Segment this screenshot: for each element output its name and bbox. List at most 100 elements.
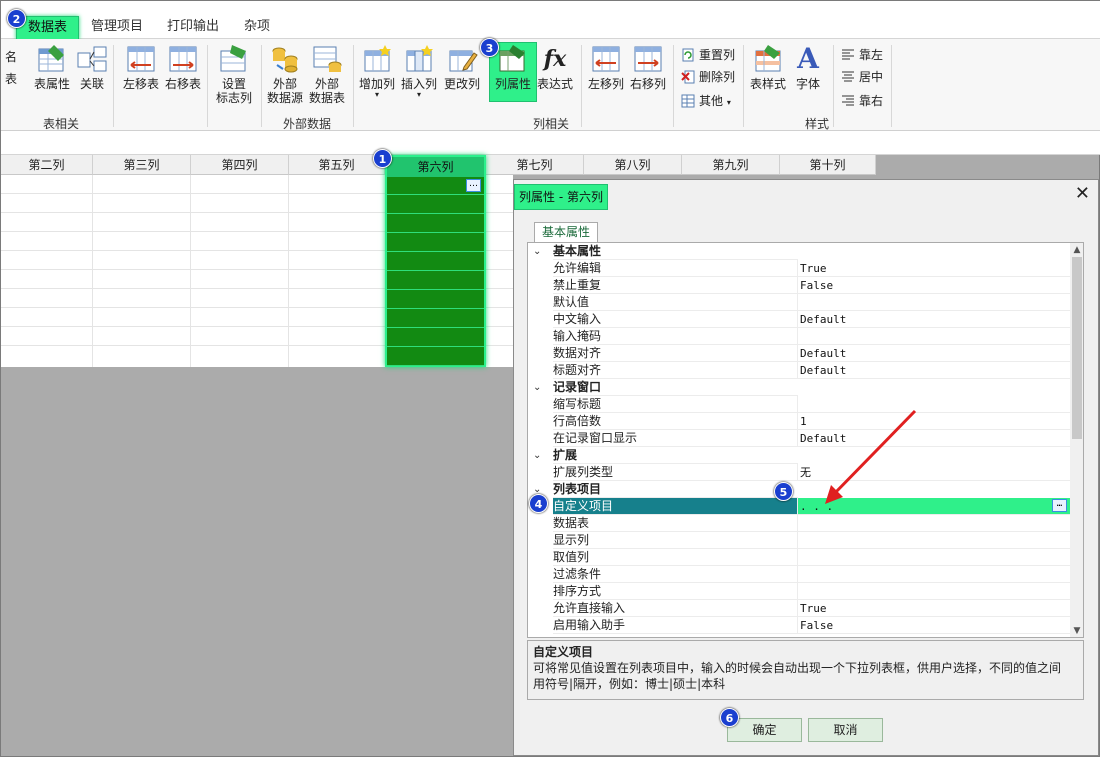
grid-cell[interactable] (387, 310, 484, 328)
property-row[interactable]: 启用输入助手 False (528, 617, 1070, 634)
tab-print-output[interactable]: 打印输出 (163, 16, 223, 40)
delete-column-button[interactable]: 删除列 (681, 67, 735, 87)
property-value[interactable]: False (798, 617, 1070, 634)
font-button[interactable]: A 字体 (789, 43, 827, 92)
close-icon[interactable]: ✕ (1075, 184, 1090, 204)
property-value[interactable]: False (798, 277, 1070, 294)
move-table-right-button[interactable]: 右移表 (163, 43, 203, 91)
property-value[interactable]: True (798, 260, 1070, 277)
property-row[interactable]: 排序方式 (528, 583, 1070, 600)
property-value[interactable]: 1 (798, 413, 1070, 430)
move-column-right-button[interactable]: 右移列 (627, 43, 669, 91)
property-value[interactable]: Default (798, 345, 1070, 362)
property-category[interactable]: ⌄ 基本属性 (528, 243, 1070, 260)
external-data-source-button[interactable]: 外部 数据源 (265, 43, 305, 105)
property-row[interactable]: 输入掩码 (528, 328, 1070, 345)
property-category[interactable]: ⌄ 列表项目 (528, 481, 1070, 498)
selected-column[interactable]: 第六列 … (385, 155, 486, 367)
property-value[interactable] (798, 515, 1070, 532)
other-dropdown[interactable]: 其他 ▾ (681, 91, 731, 111)
grid-cell[interactable] (387, 329, 484, 347)
property-value[interactable] (798, 549, 1070, 566)
property-value[interactable]: . . .… (798, 498, 1070, 515)
property-value[interactable] (798, 396, 1070, 413)
grid-cell[interactable] (387, 291, 484, 309)
set-flag-column-button[interactable]: 设置 标志列 (211, 43, 257, 105)
collapse-chevron-icon[interactable]: ⌄ (533, 379, 541, 396)
property-row[interactable]: 标题对齐 Default (528, 362, 1070, 379)
grid-cell[interactable] (387, 253, 484, 271)
partial-button-table[interactable]: 表 (0, 69, 17, 89)
property-row[interactable]: 禁止重复 False (528, 277, 1070, 294)
property-row[interactable]: 过滤条件 (528, 566, 1070, 583)
property-row[interactable]: 允许编辑 True (528, 260, 1070, 277)
grid-cell[interactable] (387, 234, 484, 252)
property-value[interactable] (798, 532, 1070, 549)
grid-cell[interactable] (387, 196, 484, 214)
tab-misc[interactable]: 杂项 (237, 16, 277, 40)
property-value[interactable] (798, 566, 1070, 583)
collapse-chevron-icon[interactable]: ⌄ (533, 243, 541, 260)
property-row[interactable]: 显示列 (528, 532, 1070, 549)
column-header[interactable]: 第四列 (191, 155, 289, 175)
selected-column-header[interactable]: 第六列 (387, 157, 484, 177)
property-row[interactable]: 行高倍数 1 (528, 413, 1070, 430)
change-column-button[interactable]: 更改列 (441, 43, 483, 91)
property-category[interactable]: ⌄ 扩展 (528, 447, 1070, 464)
property-value[interactable]: Default (798, 362, 1070, 379)
ellipsis-button[interactable]: … (1052, 499, 1067, 512)
scroll-up-icon[interactable]: ▲ (1071, 244, 1083, 256)
property-value[interactable]: 无 (798, 464, 1070, 481)
external-data-table-button[interactable]: 外部 数据表 (307, 43, 347, 105)
column-header[interactable]: 第十列 (780, 155, 876, 175)
grid-cell[interactable]: … (387, 177, 484, 195)
property-grid[interactable]: ⌄ 基本属性 允许编辑 True 禁止重复 False 默认值 中文输入 Default 输入掩码… (527, 242, 1084, 638)
column-header[interactable]: 第二列 (1, 155, 93, 175)
column-header[interactable]: 第三列 (93, 155, 191, 175)
property-value[interactable]: Default (798, 430, 1070, 447)
property-value[interactable] (798, 294, 1070, 311)
tab-basic-properties[interactable]: 基本属性 (534, 222, 598, 242)
property-row[interactable]: 默认值 (528, 294, 1070, 311)
move-table-left-button[interactable]: 左移表 (121, 43, 161, 91)
scroll-down-icon[interactable]: ▼ (1071, 625, 1083, 637)
property-value[interactable] (798, 328, 1070, 345)
property-row[interactable]: 数据表 (528, 515, 1070, 532)
property-category[interactable]: ⌄ 记录窗口 (528, 379, 1070, 396)
tab-manage-project[interactable]: 管理项目 (87, 16, 147, 40)
table-style-button[interactable]: 表样式 (747, 43, 789, 91)
ellipsis-button[interactable]: … (466, 179, 481, 192)
expression-button[interactable]: fx 表达式 (535, 43, 575, 91)
property-row[interactable]: 取值列 (528, 549, 1070, 566)
cancel-button[interactable]: 取消 (808, 718, 883, 742)
grid-cell[interactable] (387, 348, 484, 366)
table-properties-button[interactable]: 表属性 (31, 43, 73, 91)
align-right-button[interactable]: 靠右 (841, 91, 883, 111)
column-header[interactable]: 第五列 (289, 155, 385, 175)
property-row[interactable]: 自定义项目. . .… (528, 498, 1070, 515)
property-value[interactable]: Default (798, 311, 1070, 328)
relation-button[interactable]: 关联 (75, 43, 109, 91)
scrollbar-thumb[interactable] (1072, 257, 1082, 439)
move-column-left-button[interactable]: 左移列 (585, 43, 627, 91)
property-row[interactable]: 扩展列类型无 (528, 464, 1070, 481)
property-row[interactable]: 数据对齐 Default (528, 345, 1070, 362)
vertical-scrollbar[interactable]: ▲ ▼ (1070, 243, 1083, 637)
property-value[interactable] (798, 583, 1070, 600)
property-row[interactable]: 允许直接输入 True (528, 600, 1070, 617)
column-header[interactable]: 第九列 (682, 155, 780, 175)
grid-cell[interactable] (387, 272, 484, 290)
column-header[interactable]: 第八列 (584, 155, 682, 175)
ok-button[interactable]: 确定 (727, 718, 802, 742)
property-row[interactable]: 中文输入 Default (528, 311, 1070, 328)
align-left-button[interactable]: 靠左 (841, 45, 883, 65)
property-row[interactable]: 在记录窗口显示 Default (528, 430, 1070, 447)
grid-cell[interactable] (387, 215, 484, 233)
partial-button-rename[interactable]: 名 (0, 47, 17, 67)
property-value[interactable]: True (798, 600, 1070, 617)
collapse-chevron-icon[interactable]: ⌄ (533, 447, 541, 464)
property-row[interactable]: 缩写标题 (528, 396, 1070, 413)
column-header[interactable]: 第七列 (486, 155, 584, 175)
add-column-button[interactable]: 增加列 ▾ (357, 43, 397, 99)
align-center-button[interactable]: 居中 (841, 67, 883, 87)
